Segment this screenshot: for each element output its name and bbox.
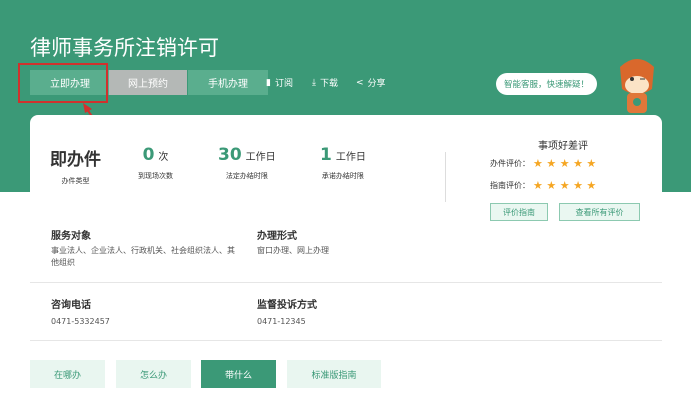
page-title: 律师事务所注销许可: [30, 36, 219, 60]
rate-guide-button[interactable]: 评价指南: [490, 203, 548, 221]
tab-what-to-bring[interactable]: 带什么: [201, 360, 276, 388]
stat-legal-limit: 30 工作日 法定办结时限: [218, 145, 276, 180]
tab-where[interactable]: 在哪办: [30, 360, 105, 388]
star-icon: ★ ★ ★ ★ ★: [533, 157, 597, 170]
stat-visits: 0 次到现场次数: [138, 145, 173, 180]
complaint-label: 监督投诉方式: [257, 300, 317, 311]
guide-rating: 指南评价： ★ ★ ★ ★ ★: [490, 179, 597, 192]
review-title: 事项好差评: [538, 141, 588, 152]
divider: [30, 340, 662, 341]
download-button[interactable]: ⤓ 下载: [312, 76, 338, 90]
phone-label: 咨询电话: [51, 300, 91, 311]
tab-how[interactable]: 怎么办: [116, 360, 191, 388]
tab-standard-guide[interactable]: 标准版指南: [287, 360, 381, 388]
service-target-value: 事业法人、企业法人、行政机关、社会组织法人、其他组织: [51, 246, 235, 267]
subscribe-button[interactable]: ▮ 订阅: [266, 76, 293, 90]
stat-type: 即办件 办件类型: [50, 150, 101, 185]
download-icon: ⤓: [312, 77, 316, 88]
online-reserve-button[interactable]: 网上预约: [109, 70, 187, 95]
star-icon: ★ ★ ★ ★ ★: [533, 179, 597, 192]
mascot-icon[interactable]: [612, 55, 662, 113]
stat-promised-limit: 1 工作日 承诺办结时限: [320, 145, 366, 180]
share-icon: <: [356, 77, 364, 88]
handle-form-label: 办理形式: [257, 231, 297, 242]
view-all-reviews-button[interactable]: 查看所有评价: [559, 203, 640, 221]
highlight-box: [18, 63, 108, 103]
bookmark-icon: ▮: [266, 77, 271, 88]
smart-assistant-bubble[interactable]: 智能客服，快速解疑！: [496, 73, 597, 95]
complaint-value: 0471-12345: [257, 317, 306, 326]
share-button[interactable]: < 分享: [356, 76, 386, 90]
handle-form-value: 窗口办理、网上办理: [257, 246, 329, 255]
divider: [30, 282, 662, 283]
summary-card: 即办件 办件类型 0 次到现场次数 30 工作日 法定办结时限 1 工作日 承诺办结时限 事…: [30, 115, 662, 400]
handle-rating: 办件评价： ★ ★ ★ ★ ★: [490, 157, 597, 170]
mobile-handle-button[interactable]: 手机办理: [188, 70, 268, 95]
phone-value: 0471-5332457: [51, 317, 110, 326]
service-target-label: 服务对象: [51, 231, 91, 242]
divider: [445, 152, 446, 202]
